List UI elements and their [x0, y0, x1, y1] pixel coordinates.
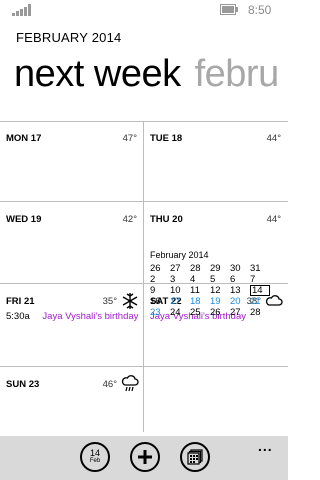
event-time: 5:30a — [6, 311, 30, 322]
mini-month-day[interactable]: 19 — [210, 296, 230, 307]
mini-month-day[interactable]: 17 — [170, 296, 190, 307]
event-item[interactable]: 5:30a Jaya Vyshali's birthday — [6, 311, 138, 322]
temperature: 35° — [102, 296, 117, 307]
rain-cloud-icon — [121, 375, 139, 392]
battery-icon — [220, 4, 238, 15]
mini-month-day[interactable]: 9 — [150, 285, 170, 296]
mini-month-day[interactable]: 27 — [230, 307, 250, 318]
add-event-button[interactable] — [130, 442, 160, 472]
more-options-button[interactable]: ... — [258, 438, 273, 454]
mini-month-day[interactable]: 26 — [150, 263, 170, 274]
app-bar: 14 Feb ... — [0, 436, 288, 480]
day-cell-fri-21[interactable]: FRI 21 35° 5:30a Jaya Vyshali's birthday — [0, 284, 143, 366]
mini-month-day[interactable]: 6 — [230, 274, 250, 285]
mini-month-title: February 2014 — [150, 250, 209, 260]
mini-month-day[interactable]: 11 — [190, 285, 210, 296]
temperature: 46° — [102, 379, 117, 390]
plus-icon — [138, 450, 152, 464]
temperature: 47° — [122, 133, 137, 144]
signal-strength-icon — [12, 4, 31, 16]
pivot-item-february[interactable]: febru — [195, 53, 280, 95]
mini-month-day[interactable]: 4 — [190, 274, 210, 285]
day-label: THU 20 — [150, 214, 183, 225]
pivot-item-next-week[interactable]: next week — [14, 53, 181, 95]
mini-month-day[interactable]: 27 — [170, 263, 190, 274]
mini-month-day[interactable]: 31 — [250, 263, 270, 274]
mini-month-day[interactable]: 13 — [230, 285, 250, 296]
mini-month-day[interactable]: 3 — [170, 274, 190, 285]
mini-month-day[interactable]: 16 — [150, 296, 170, 307]
day-cell-wed-19[interactable]: WED 19 42° — [0, 202, 143, 284]
mini-month-day[interactable]: 10 — [170, 285, 190, 296]
mini-month-day[interactable]: 28 — [190, 263, 210, 274]
calendar-stack-icon — [187, 449, 203, 465]
mini-month-day[interactable]: 29 — [210, 263, 230, 274]
today-day: 14 — [89, 448, 100, 458]
mini-month-day[interactable]: 24 — [170, 307, 190, 318]
mini-month-day[interactable]: 21 — [250, 296, 270, 307]
mini-month-grid: 26 27 28 29 30 31 2 3 4 5 6 7 9 10 11 12 13 14 16 17 18 19 20 2… — [150, 263, 284, 318]
mini-month-calendar[interactable]: February 2014 26 27 28 29 30 31 2 3 4 5 6 7 9 10 11 12 1… — [150, 250, 284, 318]
mini-month-day[interactable]: 25 — [190, 307, 210, 318]
mini-month-day[interactable]: 30 — [230, 263, 250, 274]
day-label: WED 19 — [6, 214, 42, 225]
day-label: FRI 21 — [6, 296, 35, 307]
mini-month-day[interactable]: 26 — [210, 307, 230, 318]
event-title: Jaya Vyshali's birthday — [42, 311, 139, 322]
snow-icon — [122, 293, 138, 309]
day-cell-mon-17[interactable]: MON 17 47° — [0, 121, 143, 203]
mini-month-day[interactable]: 23 — [150, 307, 170, 318]
status-time: 8:50 — [248, 3, 272, 17]
temperature: 44° — [266, 214, 281, 225]
mini-month-day[interactable]: 5 — [210, 274, 230, 285]
mini-month-day[interactable]: 14 — [250, 285, 270, 296]
calendars-button[interactable] — [180, 442, 210, 472]
pivot-header: next week febru — [14, 52, 279, 96]
day-label: TUE 18 — [150, 133, 183, 144]
mini-month-day[interactable]: 28 — [250, 307, 270, 318]
day-label: MON 17 — [6, 133, 42, 144]
mini-month-day[interactable]: 7 — [250, 274, 270, 285]
status-bar: 8:50 — [0, 0, 288, 22]
mini-month-day[interactable]: 2 — [150, 274, 170, 285]
mini-month-day[interactable]: 20 — [230, 296, 250, 307]
today-month: Feb — [89, 458, 101, 464]
today-button[interactable]: 14 Feb — [80, 442, 110, 472]
month-title: FEBRUARY 2014 — [16, 30, 122, 45]
day-label: SUN 23 — [6, 379, 40, 390]
mini-month-day[interactable]: 12 — [210, 285, 230, 296]
day-cell-tue-18[interactable]: TUE 18 44° — [144, 121, 287, 203]
temperature: 42° — [122, 214, 137, 225]
mini-month-day[interactable]: 18 — [190, 296, 210, 307]
temperature: 44° — [266, 133, 281, 144]
